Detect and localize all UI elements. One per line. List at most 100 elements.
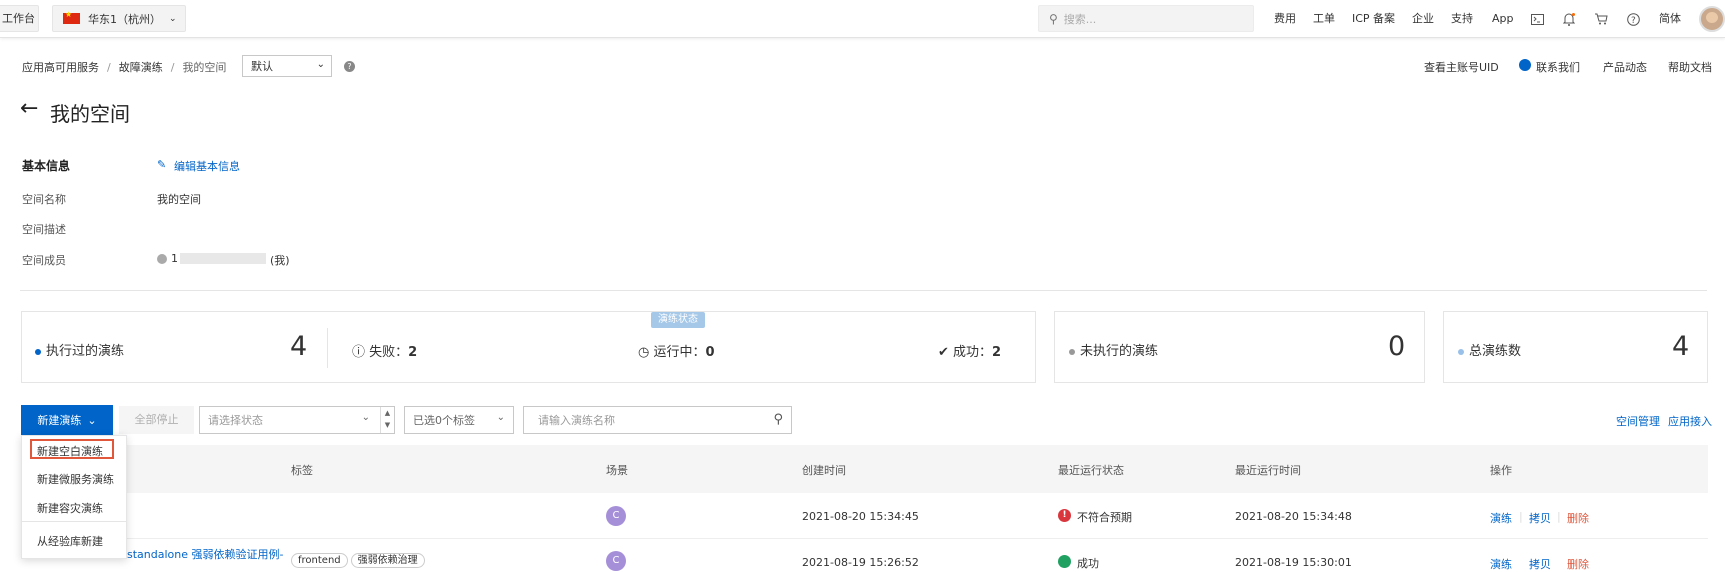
user-avatar[interactable] (1699, 6, 1725, 32)
chevron-down-icon: ⌄ (361, 412, 370, 423)
search-input[interactable]: ⚲ 搜索... (1038, 5, 1254, 32)
drill-name-link[interactable]: standalone 强弱依赖验证用例- (127, 546, 283, 562)
workbench-button[interactable]: 工作台 (0, 5, 39, 32)
cart-icon[interactable] (1593, 11, 1609, 27)
copy-drill-link[interactable]: 拷贝 (1529, 510, 1551, 526)
drill-status-badge: 演练状态 (651, 312, 705, 328)
running-stat[interactable]: ◷ 运行中：0 (638, 341, 715, 360)
running-count: 0 (705, 345, 715, 360)
nav-app[interactable]: App (1492, 0, 1514, 38)
scene-avatar: C (606, 506, 626, 526)
new-drill-button[interactable]: 新建演练 ⌄ (21, 405, 113, 435)
drill-name-input[interactable]: 请输入演练名称 ⚲ (523, 406, 792, 434)
menu-item-microservice-drill[interactable]: 新建微服务演练 (37, 471, 114, 487)
tag-frontend: frontend (291, 553, 348, 568)
chevron-down-icon: ⌄ (87, 413, 97, 427)
gray-dot-icon (1069, 348, 1075, 355)
view-uid-link[interactable]: 查看主账号UID (1424, 59, 1499, 75)
col-scene: 场景 (606, 464, 628, 477)
total-label-wrap: 总演练数 (1458, 340, 1521, 359)
stepper-icon[interactable]: ▲ ▼ (380, 407, 394, 433)
space-name-value: 我的空间 (157, 193, 201, 206)
basic-info-title: 基本信息 (22, 159, 71, 173)
delete-drill-link[interactable]: 删除 (1567, 510, 1589, 526)
back-arrow-icon[interactable]: ← (20, 96, 38, 121)
failed-count: 2 (408, 345, 418, 360)
edit-icon[interactable]: ✎ (157, 158, 166, 171)
scene-avatar: C (606, 551, 626, 571)
new-drill-label: 新建演练 (37, 414, 82, 427)
bell-icon[interactable] (1561, 11, 1577, 27)
col-actions: 操作 (1490, 464, 1512, 477)
check-circle-icon: ✔ (938, 345, 954, 360)
tags-select[interactable]: 已选0个标签 ⌄ (404, 406, 514, 434)
executed-label-wrap: 执行过的演练 (35, 340, 124, 359)
app-access-link[interactable]: 应用接入 (1668, 413, 1712, 429)
chevron-down-icon: ⌄ (169, 13, 177, 24)
delete-drill-link[interactable]: 删除 (1567, 556, 1589, 572)
last-status: 不符合预期 (1077, 511, 1132, 524)
total-label: 总演练数 (1469, 344, 1522, 359)
edit-basic-info-link[interactable]: 编辑基本信息 (174, 158, 240, 174)
search-placeholder: 搜索... (1063, 12, 1097, 26)
china-flag-icon (63, 10, 80, 24)
breadcrumb-item-ahas[interactable]: 应用高可用服务 (22, 59, 99, 75)
col-created: 创建时间 (802, 464, 846, 477)
failed-label: 失败： (369, 345, 409, 360)
terminal-icon[interactable] (1529, 11, 1545, 27)
nav-enterprise[interactable]: 企业 (1412, 0, 1434, 38)
question-icon[interactable]: ? (344, 61, 355, 72)
top-bar: 工作台 华东1（杭州） ⌄ ⚲ 搜索... 费用 工单 ICP 备案 企业 支持… (0, 0, 1725, 38)
nav-billing[interactable]: 费用 (1274, 0, 1296, 38)
last-status: 成功 (1077, 557, 1099, 570)
menu-item-dr-drill[interactable]: 新建容灾演练 (37, 500, 103, 516)
not-executed-card: 未执行的演练 0 (1054, 311, 1425, 383)
status-select[interactable]: 请选择状态 ⌄ ▲ ▼ (199, 406, 395, 434)
product-news-link[interactable]: 产品动态 (1603, 59, 1647, 75)
failed-stat[interactable]: ⓘ 失败：2 (352, 341, 417, 360)
success-icon (1058, 555, 1071, 568)
space-members-label: 空间成员 (22, 254, 66, 267)
member-self-tag: (我) (270, 254, 290, 267)
nav-ticket[interactable]: 工单 (1313, 0, 1335, 38)
tag-list: frontend 强弱依赖治理 (291, 553, 428, 568)
space-manage-link[interactable]: 空间管理 (1616, 413, 1660, 429)
redacted-block (180, 253, 266, 264)
last-run-time: 2021-08-19 15:30:01 (1235, 556, 1352, 569)
help-docs-link[interactable]: 帮助文档 (1668, 59, 1712, 75)
success-label: 成功： (953, 345, 993, 360)
stop-all-button[interactable]: 全部停止 (119, 406, 194, 434)
user-icon (157, 254, 167, 264)
not-executed-count: 0 (1388, 331, 1406, 362)
running-label: 运行中： (653, 345, 706, 360)
executed-count: 4 (290, 331, 308, 362)
tags-select-value: 已选0个标签 (413, 414, 475, 427)
success-stat[interactable]: ✔ 成功：2 (938, 341, 1001, 360)
total-drills-card: 总演练数 4 (1443, 311, 1708, 383)
nav-support[interactable]: 支持 (1451, 0, 1473, 38)
nav-icp[interactable]: ICP 备案 (1352, 0, 1395, 38)
run-drill-link[interactable]: 演练 (1490, 556, 1512, 572)
region-selector[interactable]: 华东1（杭州） ⌄ (52, 5, 186, 32)
search-icon: ⚲ (1049, 11, 1058, 26)
status-select-placeholder: 请选择状态 (208, 414, 263, 427)
language-switch[interactable]: 简体 (1659, 0, 1681, 38)
search-icon[interactable]: ⚲ (773, 412, 783, 427)
run-drill-link[interactable]: 演练 (1490, 510, 1512, 526)
environment-select[interactable]: 默认 ⌄ (242, 55, 332, 77)
divider (20, 290, 1707, 291)
breadcrumb: 应用高可用服务 / 故障演练 / 我的空间 (22, 59, 226, 75)
menu-item-blank-drill[interactable]: 新建空白演练 (37, 443, 103, 459)
breadcrumb-item-drill[interactable]: 故障演练 (119, 59, 163, 75)
light-blue-dot-icon (1458, 348, 1464, 355)
warning-circle-icon: ⓘ (352, 345, 370, 360)
new-drill-dropdown: 新建空白演练 新建微服务演练 新建容灾演练 从经验库新建 (21, 435, 127, 559)
executed-drills-card: 执行过的演练 4 ⓘ 失败：2 ◷ 运行中：0 ✔ 成功：2 (21, 311, 1036, 383)
help-icon[interactable]: ? (1625, 11, 1641, 27)
copy-drill-link[interactable]: 拷贝 (1529, 556, 1551, 572)
member-id: 1 (171, 252, 178, 265)
menu-item-from-library[interactable]: 从经验库新建 (37, 533, 103, 549)
contact-us-link[interactable]: 联系我们 (1536, 59, 1580, 75)
breadcrumb-separator: / (170, 60, 175, 74)
success-count: 2 (992, 345, 1002, 360)
